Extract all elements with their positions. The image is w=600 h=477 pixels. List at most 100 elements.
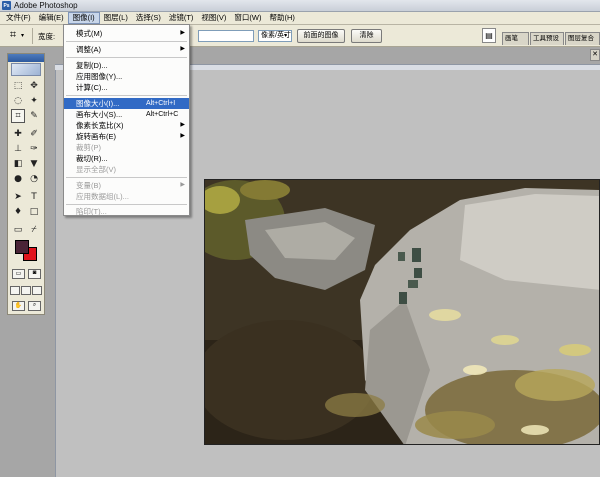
menu-item-trim[interactable]: 裁切(R)... — [64, 153, 189, 164]
menu-item-label: 旋转画布(E) — [76, 132, 116, 141]
toolbox: ⬚ ✥ ◌ ✦ ⌗ ✎ ✚ ✐ ⊥ ✑ ◧ ▼ ● ◔ ➤ T ♦ □ ▭ ⌿ … — [7, 53, 45, 315]
menu-item-shortcut: Alt+Ctrl+C — [146, 111, 179, 118]
submenu-arrow-icon: ▶ — [180, 133, 185, 139]
menu-filter[interactable]: 滤镜(T) — [165, 12, 198, 24]
move-icon[interactable]: ✥ — [27, 79, 41, 93]
zoom-icon[interactable]: ⌕ — [28, 301, 41, 311]
menu-divider — [66, 177, 187, 178]
submenu-arrow-icon: ▶ — [180, 122, 185, 128]
options-divider — [32, 28, 33, 44]
menu-item-label: 应用数据组(L)... — [76, 192, 129, 201]
type-icon[interactable]: T — [27, 190, 41, 204]
menu-item-label: 变量(B) — [76, 181, 101, 190]
resolution-field[interactable] — [198, 30, 254, 42]
menu-item-pixel-aspect-ratio[interactable]: 像素长宽比(X) ▶ — [64, 120, 189, 131]
toolbox-title-bar[interactable] — [8, 54, 44, 62]
front-image-button[interactable]: 前面的图像 — [297, 29, 345, 43]
menu-divider — [66, 95, 187, 96]
menu-item-calculations[interactable]: 计算(C)... — [64, 82, 189, 93]
tab-tool-presets[interactable]: 工具预设 — [530, 32, 564, 45]
clear-button[interactable]: 清除 — [351, 29, 382, 43]
submenu-arrow-icon: ▶ — [180, 46, 185, 52]
path-selection-icon[interactable]: ➤ — [11, 190, 25, 204]
notes-icon[interactable]: ▭ — [11, 223, 25, 237]
menu-item-label: 调整(A) — [76, 45, 101, 54]
menu-item-label: 裁切(R)... — [76, 154, 108, 163]
submenu-arrow-icon: ▶ — [180, 182, 185, 188]
menu-item-variables: 变量(B) ▶ — [64, 180, 189, 191]
menu-item-crop: 裁剪(P) — [64, 142, 189, 153]
menu-item-rotate-canvas[interactable]: 旋转画布(E) ▶ — [64, 131, 189, 142]
history-brush-icon[interactable]: ✑ — [27, 142, 41, 156]
menu-item-label: 显示全部(V) — [76, 165, 116, 174]
menu-divider — [66, 204, 187, 205]
magic-wand-icon[interactable]: ✦ — [27, 94, 41, 108]
shape-icon[interactable]: □ — [27, 205, 41, 219]
chevron-down-icon[interactable]: ▾ — [21, 32, 24, 39]
menu-item-trap: 陷印(T)... — [64, 206, 189, 217]
menu-item-apply-data-set: 应用数据组(L)... — [64, 191, 189, 202]
menu-item-label: 计算(C)... — [76, 83, 108, 92]
standard-mode-icon[interactable]: ▭ — [12, 269, 25, 279]
window-title: Adobe Photoshop — [14, 1, 78, 10]
adobe-online-icon[interactable] — [11, 63, 41, 76]
pen-icon[interactable]: ♦ — [11, 205, 25, 219]
chevron-down-icon[interactable]: ▾ — [284, 32, 287, 39]
menu-item-adjustments[interactable]: 调整(A) ▶ — [64, 44, 189, 55]
tab-brushes[interactable]: 画笔 — [502, 32, 529, 45]
menu-item-label: 模式(M) — [76, 29, 103, 38]
slice-icon[interactable]: ✎ — [27, 109, 41, 123]
photo-image — [204, 179, 600, 445]
menu-item-label: 应用图像(Y)... — [76, 72, 123, 81]
menu-item-label: 复制(D)... — [76, 61, 108, 70]
quick-mask-icon[interactable]: ◙ — [28, 269, 41, 279]
crop-tool-preset-icon[interactable]: ⌗ — [6, 29, 20, 42]
width-label: 宽度: — [38, 32, 56, 41]
lasso-icon[interactable]: ◌ — [11, 94, 25, 108]
menu-layer[interactable]: 图层(L) — [100, 12, 132, 24]
submenu-arrow-icon: ▶ — [180, 30, 185, 36]
menu-help[interactable]: 帮助(H) — [266, 12, 299, 24]
menu-view[interactable]: 视图(V) — [197, 12, 230, 24]
menu-file[interactable]: 文件(F) — [2, 12, 35, 24]
healing-brush-icon[interactable]: ✚ — [11, 127, 25, 141]
crop-icon[interactable]: ⌗ — [11, 109, 25, 123]
image-menu-dropdown: 模式(M) ▶ 调整(A) ▶ 复制(D)... 应用图像(Y)... 计算(C… — [63, 24, 190, 216]
menu-select[interactable]: 选择(S) — [132, 12, 165, 24]
screen-mode-standard-icon[interactable] — [10, 286, 20, 295]
menu-edit[interactable]: 编辑(E) — [35, 12, 68, 24]
eraser-icon[interactable]: ◧ — [11, 157, 25, 171]
menu-item-reveal-all: 显示全部(V) — [64, 164, 189, 175]
blur-icon[interactable]: ● — [11, 172, 25, 186]
clone-stamp-icon[interactable]: ⊥ — [11, 142, 25, 156]
menu-item-shortcut: Alt+Ctrl+I — [146, 100, 176, 107]
menu-item-label: 裁剪(P) — [76, 143, 101, 152]
menu-item-duplicate[interactable]: 复制(D)... — [64, 60, 189, 71]
menu-item-label: 画布大小(S)... — [76, 110, 123, 119]
menu-item-canvas-size[interactable]: 画布大小(S)... Alt+Ctrl+C — [64, 109, 189, 120]
paint-bucket-icon[interactable]: ▼ — [27, 157, 41, 171]
tab-layer-comps[interactable]: 图层复合 — [565, 32, 600, 45]
menu-image[interactable]: 图像(I) — [67, 12, 100, 24]
eyedropper-icon[interactable]: ⌿ — [27, 223, 41, 237]
menu-item-label: 陷印(T)... — [76, 207, 107, 216]
brush-icon[interactable]: ✐ — [27, 127, 41, 141]
menu-item-label: 像素长宽比(X) — [76, 121, 124, 130]
foreground-color-swatch[interactable] — [15, 240, 29, 254]
close-icon[interactable]: ✕ — [590, 49, 600, 61]
palette-well-icon[interactable]: ▤ — [482, 28, 496, 43]
dodge-icon[interactable]: ◔ — [27, 172, 41, 186]
photoshop-app-icon: Ps — [2, 1, 11, 10]
hand-icon[interactable]: ✋ — [12, 301, 25, 311]
menu-window[interactable]: 窗口(W) — [230, 12, 265, 24]
menu-item-label: 图像大小(I)... — [76, 99, 120, 108]
menu-divider — [66, 57, 187, 58]
screen-mode-full-icon[interactable] — [32, 286, 42, 295]
menu-item-image-size[interactable]: 图像大小(I)... Alt+Ctrl+I — [64, 98, 189, 109]
menu-divider — [66, 41, 187, 42]
menu-item-mode[interactable]: 模式(M) ▶ — [64, 28, 189, 39]
screen-mode-full-menu-icon[interactable] — [21, 286, 31, 295]
title-bar: Ps Adobe Photoshop — [0, 0, 600, 12]
menu-item-apply-image[interactable]: 应用图像(Y)... — [64, 71, 189, 82]
marquee-icon[interactable]: ⬚ — [11, 79, 25, 93]
